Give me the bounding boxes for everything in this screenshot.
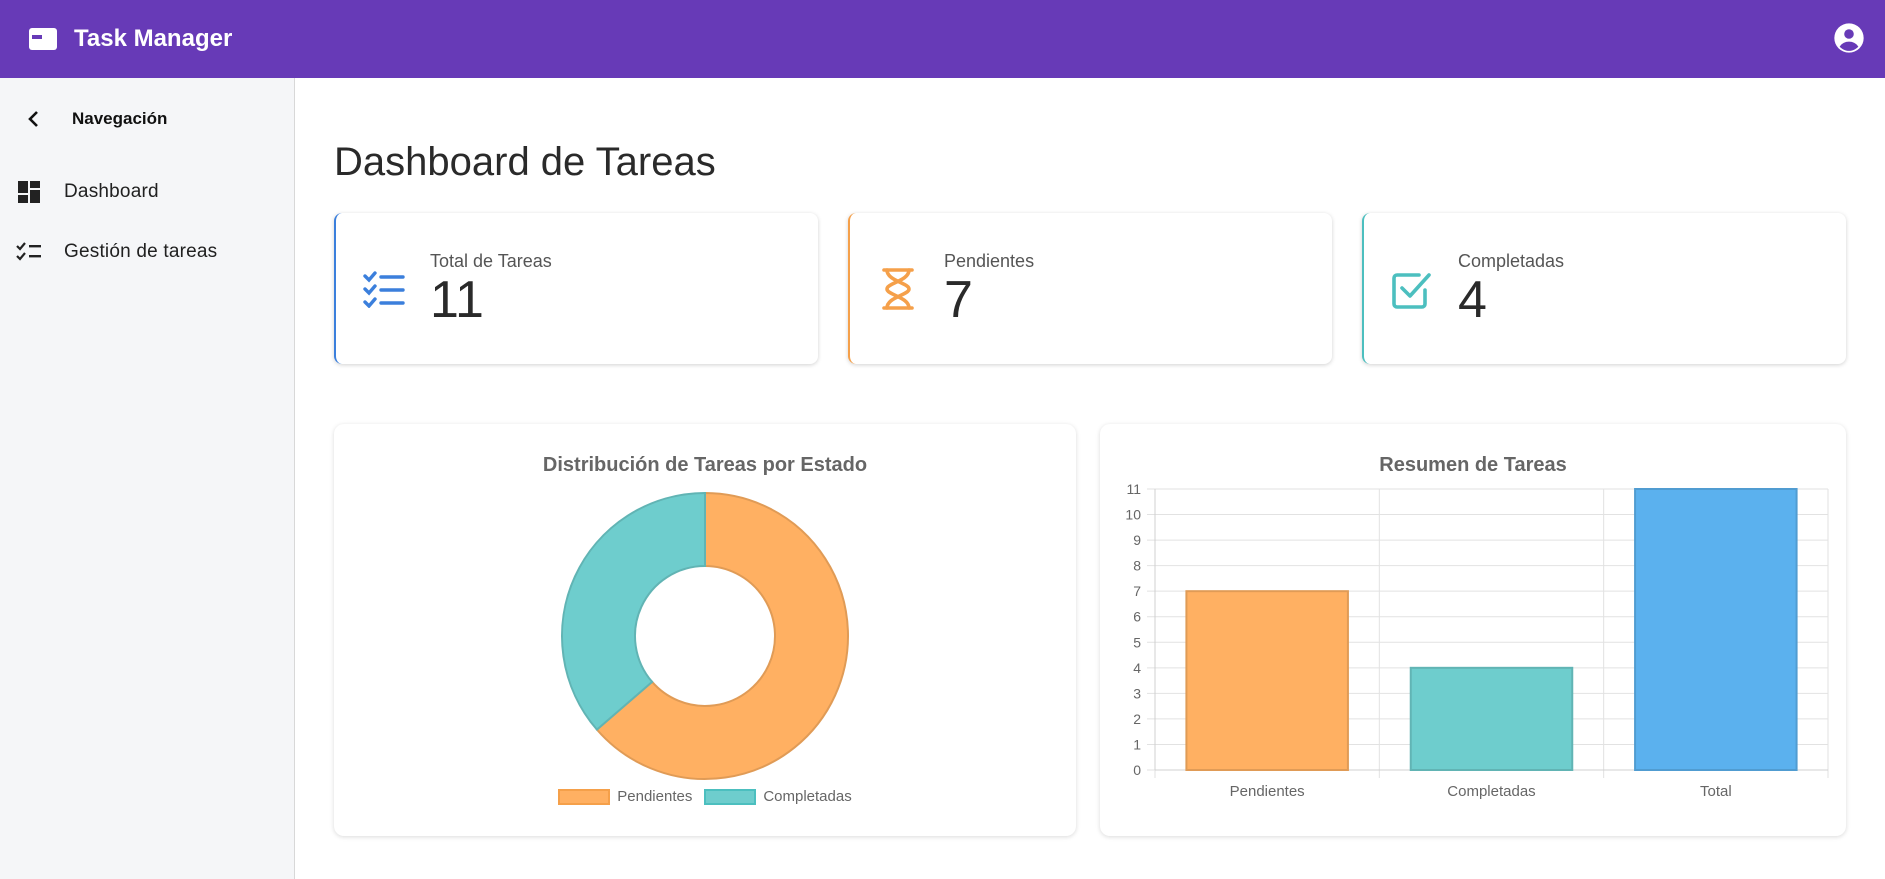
chart-legend: Pendientes Completadas (334, 788, 1076, 805)
dashboard-icon (16, 179, 42, 205)
bar-pendientes[interactable] (1185, 590, 1349, 771)
legend-swatch (704, 788, 757, 805)
bar-completadas[interactable] (1409, 666, 1574, 771)
y-tick-label: 9 (1133, 532, 1141, 548)
chevron-left-icon[interactable] (22, 107, 46, 131)
x-tick-label: Total (1700, 783, 1732, 800)
legend-swatch (558, 788, 611, 805)
stat-label: Total de Tareas (430, 251, 552, 271)
y-tick-label: 1 (1133, 736, 1141, 752)
bar-total[interactable] (1634, 488, 1798, 771)
y-tick-label: 0 (1133, 762, 1141, 778)
sidebar-header: Navegación (22, 104, 167, 134)
donut-chart-card: Distribución de Tareas por Estado Pendie… (334, 424, 1076, 836)
web-icon (28, 27, 58, 51)
legend-label: Completadas (763, 788, 852, 805)
x-tick-label: Completadas (1447, 783, 1535, 800)
sidebar-item-label: Dashboard (64, 181, 159, 202)
checklist-icon (360, 265, 408, 313)
y-tick-label: 6 (1133, 609, 1141, 625)
bar-chart: 0 1 2 3 4 5 6 7 8 9 10 11 Pendientes Completadas Total (1125, 481, 1829, 800)
sidebar-title: Navegación (72, 109, 168, 128)
sidebar-item-dashboard[interactable]: Dashboard (16, 172, 286, 212)
stat-card-total: Total de Tareas 11 (334, 213, 818, 364)
legend-label: Pendientes (617, 788, 693, 805)
y-tick-label: 8 (1133, 558, 1141, 574)
account-circle-icon[interactable] (1833, 22, 1865, 54)
stat-value: 7 (944, 271, 973, 329)
sidebar-item-label: Gestión de tareas (64, 241, 218, 262)
app-bar: Task Manager (0, 0, 1885, 78)
legend-item[interactable]: Completadas (704, 788, 852, 805)
app-title: Task Manager (74, 25, 233, 52)
hourglass-icon (874, 265, 922, 313)
y-tick-label: 10 (1125, 507, 1141, 523)
bar-chart-card: Resumen de Tareas 0 1 2 3 4 5 6 7 8 9 10 11 Pendient… (1100, 424, 1846, 836)
stat-card-completed: Completadas 4 (1362, 213, 1846, 364)
y-tick-label: 3 (1133, 685, 1141, 701)
x-tick-label: Pendientes (1230, 783, 1305, 800)
y-tick-label: 5 (1133, 634, 1141, 650)
legend-item[interactable]: Pendientes (558, 788, 692, 805)
stat-label: Completadas (1458, 251, 1565, 271)
y-tick-label: 4 (1133, 660, 1141, 676)
stat-card-pending: Pendientes 7 (848, 213, 1332, 364)
checklist-icon (16, 239, 42, 265)
check-box-icon (1388, 265, 1436, 313)
page-title: Dashboard de Tareas (334, 140, 716, 184)
main-content: Dashboard de Tareas Total de Tareas 11 P… (296, 78, 1885, 879)
stat-value: 4 (1458, 271, 1487, 329)
sidebar: Navegación Dashboard Gestión de tareas (0, 78, 295, 879)
y-tick-label: 7 (1133, 583, 1141, 599)
stat-value: 11 (430, 271, 484, 329)
donut-chart (561, 491, 849, 780)
y-tick-label: 2 (1133, 711, 1141, 727)
sidebar-item-task-management[interactable]: Gestión de tareas (16, 232, 286, 272)
donut-slice-completadas[interactable] (561, 491, 706, 732)
y-tick-label: 11 (1126, 481, 1141, 497)
stat-label: Pendientes (944, 251, 1035, 271)
